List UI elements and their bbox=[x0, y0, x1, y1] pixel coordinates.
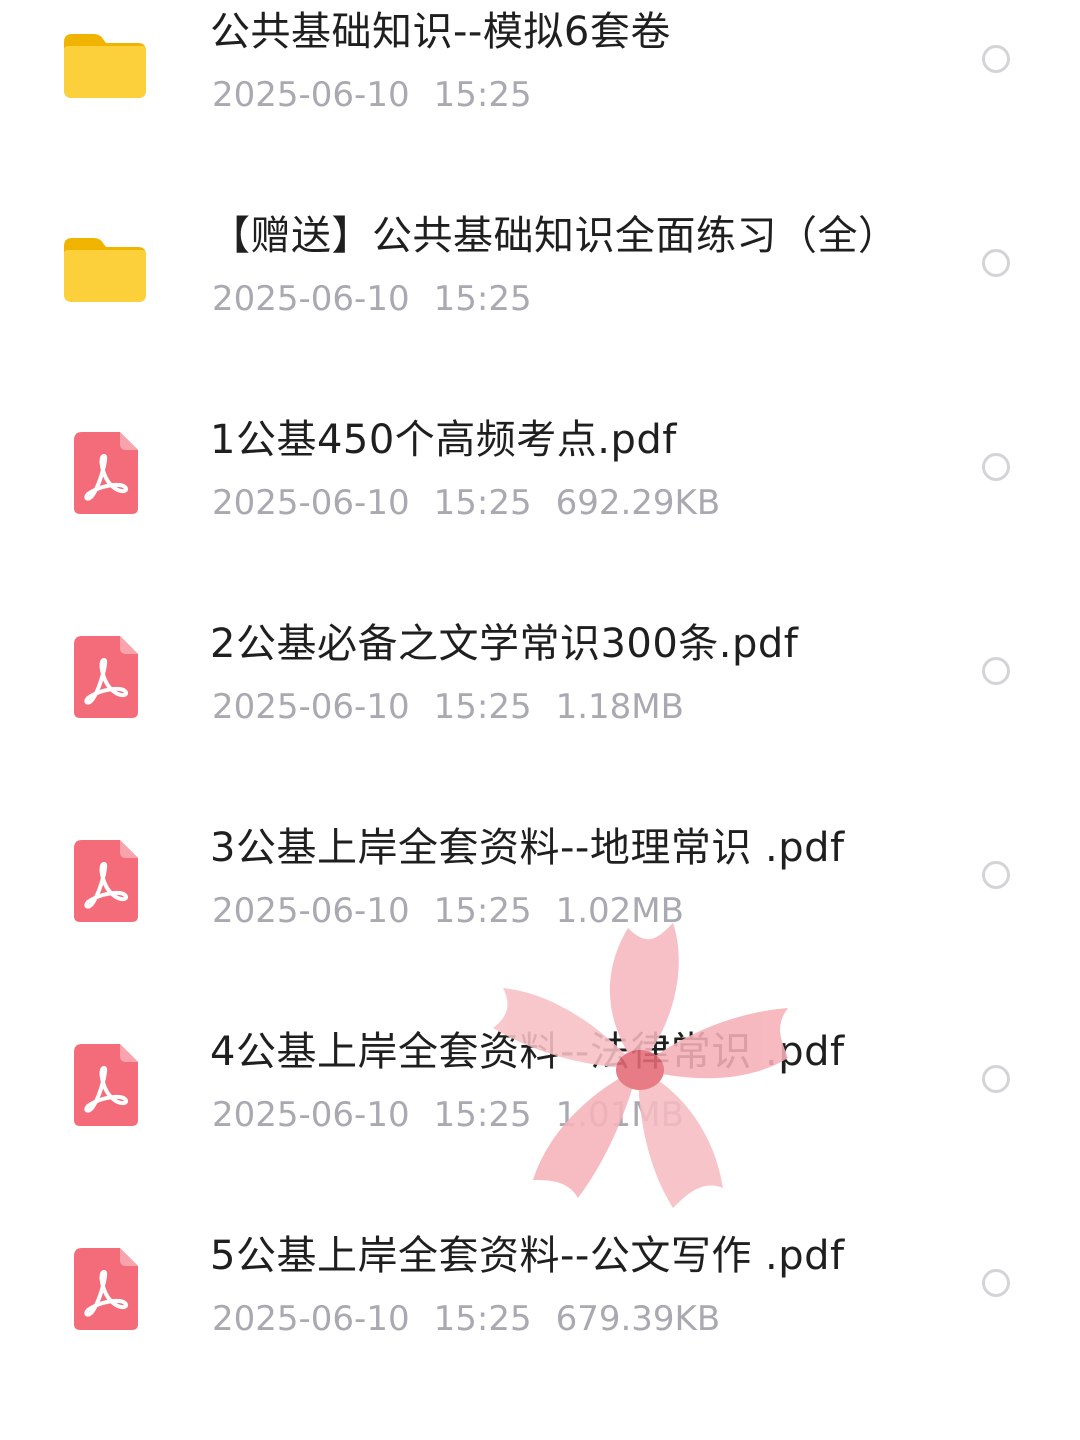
pdf-icon bbox=[60, 632, 150, 722]
pdf-icon bbox=[60, 428, 150, 518]
file-time: 15:25 bbox=[433, 279, 532, 319]
file-time: 15:25 bbox=[433, 75, 532, 115]
file-meta: 2025-06-10 15:25 1.01MB bbox=[212, 1092, 708, 1138]
file-row-3[interactable]: 2公基必备之文学常识300条.pdf 2025-06-10 15:25 1.18MB bbox=[0, 612, 1080, 816]
file-date: 2025-06-10 bbox=[212, 1299, 410, 1339]
file-list: 公共基础知识--模拟6套卷 2025-06-10 15:25 【赠送】公共基础知识… bbox=[0, 0, 1080, 1440]
file-row-4[interactable]: 3公基上岸全套资料--地理常识 .pdf 2025-06-10 15:25 1.02… bbox=[0, 816, 1080, 1020]
file-meta: 2025-06-10 15:25 692.29KB bbox=[212, 480, 744, 526]
file-date: 2025-06-10 bbox=[212, 75, 410, 115]
file-date: 2025-06-10 bbox=[212, 891, 410, 931]
pdf-icon bbox=[60, 836, 150, 926]
file-time: 15:25 bbox=[433, 1095, 532, 1135]
pdf-icon bbox=[60, 1040, 150, 1130]
file-row-5[interactable]: 4公基上岸全套资料--法律常识 .pdf 2025-06-10 15:25 1.01… bbox=[0, 1020, 1080, 1224]
file-name: 2公基必备之文学常识300条.pdf bbox=[210, 621, 799, 667]
file-time: 15:25 bbox=[433, 483, 532, 523]
select-radio[interactable] bbox=[982, 1065, 1010, 1093]
select-radio[interactable] bbox=[982, 45, 1010, 73]
select-radio[interactable] bbox=[982, 249, 1010, 277]
select-radio[interactable] bbox=[982, 861, 1010, 889]
file-meta: 2025-06-10 15:25 bbox=[212, 72, 556, 118]
file-name: 1公基450个高频考点.pdf bbox=[210, 417, 677, 463]
file-date: 2025-06-10 bbox=[212, 279, 410, 319]
pdf-icon bbox=[60, 1244, 150, 1334]
file-date: 2025-06-10 bbox=[212, 687, 410, 727]
file-row-6[interactable]: 5公基上岸全套资料--公文写作 .pdf 2025-06-10 15:25 679.… bbox=[0, 1224, 1080, 1428]
select-radio[interactable] bbox=[982, 1269, 1010, 1297]
file-name: 3公基上岸全套资料--地理常识 .pdf bbox=[210, 825, 845, 871]
file-meta: 2025-06-10 15:25 679.39KB bbox=[212, 1296, 744, 1342]
file-name: 【赠送】公共基础知识全面练习（全） bbox=[210, 213, 899, 259]
file-row-1[interactable]: 【赠送】公共基础知识全面练习（全） 2025-06-10 15:25 bbox=[0, 204, 1080, 408]
file-time: 15:25 bbox=[433, 891, 532, 931]
file-time: 15:25 bbox=[433, 687, 532, 727]
file-size: 679.39KB bbox=[555, 1299, 721, 1339]
file-date: 2025-06-10 bbox=[212, 1095, 410, 1135]
file-name: 5公基上岸全套资料--公文写作 .pdf bbox=[210, 1233, 845, 1279]
file-time: 15:25 bbox=[433, 1299, 532, 1339]
file-size: 1.02MB bbox=[555, 891, 684, 931]
file-meta: 2025-06-10 15:25 1.18MB bbox=[212, 684, 708, 730]
folder-icon bbox=[60, 20, 150, 110]
select-radio[interactable] bbox=[982, 657, 1010, 685]
select-radio[interactable] bbox=[982, 453, 1010, 481]
file-name: 公共基础知识--模拟6套卷 bbox=[210, 9, 671, 55]
file-size: 692.29KB bbox=[555, 483, 721, 523]
file-size: 1.18MB bbox=[555, 687, 684, 727]
file-meta: 2025-06-10 15:25 bbox=[212, 276, 556, 322]
folder-icon bbox=[60, 224, 150, 314]
file-date: 2025-06-10 bbox=[212, 483, 410, 523]
file-size: 1.01MB bbox=[555, 1095, 684, 1135]
file-row-0[interactable]: 公共基础知识--模拟6套卷 2025-06-10 15:25 bbox=[0, 0, 1080, 204]
file-meta: 2025-06-10 15:25 1.02MB bbox=[212, 888, 708, 934]
file-name: 4公基上岸全套资料--法律常识 .pdf bbox=[210, 1029, 845, 1075]
file-row-2[interactable]: 1公基450个高频考点.pdf 2025-06-10 15:25 692.29KB bbox=[0, 408, 1080, 612]
